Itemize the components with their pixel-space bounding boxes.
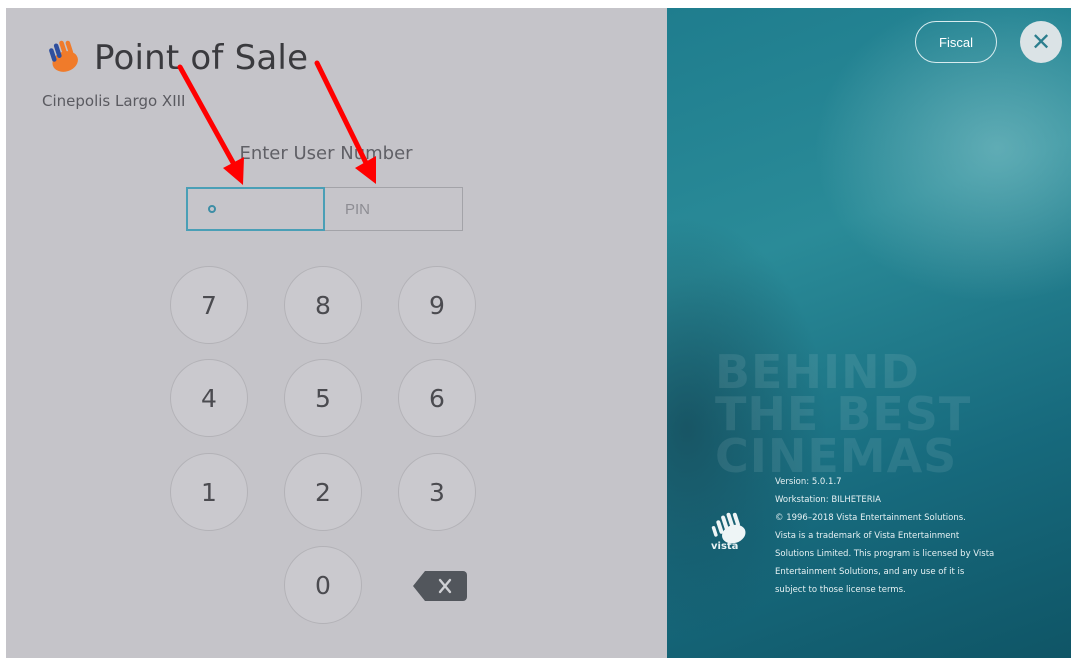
tagline: BEHIND THE BEST CINEMAS [715,349,971,483]
login-panel: Point of Sale Cinepolis Largo XIII Enter… [6,8,667,658]
branding-panel: Fiscal ✕ BEHIND THE BEST CINEMAS vista V… [667,8,1071,658]
keypad-key-7[interactable]: 7 [170,266,248,344]
workstation-text: Workstation: BILHETERIA [775,495,881,505]
input-cursor-icon [208,205,216,213]
copyright-line: Vista is a trademark of Vista Entertainm… [775,531,960,541]
keypad-key-3[interactable]: 3 [398,453,476,531]
app-title-text: Point of Sale [94,38,309,78]
keypad-key-2[interactable]: 2 [284,453,362,531]
close-icon[interactable]: ✕ [1020,21,1062,63]
backspace-icon[interactable] [413,571,467,601]
login-screen: Point of Sale Cinepolis Largo XIII Enter… [6,8,1071,658]
tagline-line: CINEMAS [715,429,958,483]
copyright-line: subject to those license terms. [775,585,906,595]
app-title: Point of Sale [40,36,308,80]
vista-logo-text: vista [711,541,739,552]
keypad-key-6[interactable]: 6 [398,359,476,437]
fiscal-button[interactable]: Fiscal [915,21,997,63]
copyright-line: Entertainment Solutions, and any use of … [775,567,965,577]
keypad-key-8[interactable]: 8 [284,266,362,344]
version-text: Version: 5.0.1.7 [775,477,842,487]
login-prompt: Enter User Number [239,143,413,164]
keypad-key-4[interactable]: 4 [170,359,248,437]
user-number-input[interactable] [186,187,325,231]
hands-logo-icon [49,40,78,72]
pin-placeholder: PIN [345,200,371,218]
keypad-key-0[interactable]: 0 [284,546,362,624]
site-name: Cinepolis Largo XIII [42,92,186,110]
keypad-key-9[interactable]: 9 [398,266,476,344]
keypad-key-1[interactable]: 1 [170,453,248,531]
copyright-line: Solutions Limited. This program is licen… [775,549,995,559]
keypad-key-5[interactable]: 5 [284,359,362,437]
pin-input[interactable]: PIN [325,187,463,231]
copyright-line: © 1996–2018 Vista Entertainment Solution… [775,513,966,523]
version-info: Version: 5.0.1.7 Workstation: BILHETERIA… [775,473,1065,599]
